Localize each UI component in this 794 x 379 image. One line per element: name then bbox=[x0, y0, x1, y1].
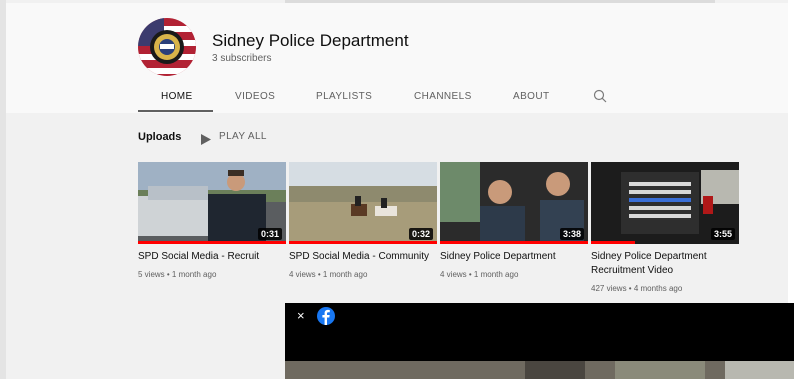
watch-progress-bar bbox=[591, 241, 636, 244]
uploads-title: Uploads bbox=[138, 131, 182, 143]
channel-avatar[interactable] bbox=[138, 18, 196, 76]
video-card[interactable]: 3:55 Sidney Police Department Recruitmen… bbox=[591, 162, 739, 293]
channel-name: Sidney Police Department bbox=[212, 31, 409, 50]
subscriber-count: 3 subscribers bbox=[212, 53, 272, 64]
video-card[interactable]: 0:32 SPD Social Media - Community 4 view… bbox=[289, 162, 437, 279]
play-icon bbox=[201, 132, 211, 145]
search-icon[interactable] bbox=[593, 89, 607, 103]
video-card[interactable]: 3:38 Sidney Police Department 4 views • … bbox=[440, 162, 588, 279]
video-thumbnail[interactable]: 3:55 bbox=[591, 162, 739, 244]
tab-playlists[interactable]: PLAYLISTS bbox=[316, 91, 372, 113]
video-duration: 3:55 bbox=[710, 228, 735, 240]
overlay-video-strip bbox=[285, 361, 794, 379]
video-title[interactable]: Sidney Police Department Recruitment Vid… bbox=[591, 250, 739, 278]
video-meta: 4 views • 1 month ago bbox=[440, 270, 519, 279]
video-duration: 0:32 bbox=[408, 228, 433, 240]
active-tab-indicator bbox=[138, 110, 213, 112]
video-meta: 5 views • 1 month ago bbox=[138, 270, 217, 279]
video-duration: 0:31 bbox=[257, 228, 282, 240]
watch-progress-bar bbox=[289, 241, 437, 244]
tab-channels[interactable]: CHANNELS bbox=[414, 91, 472, 113]
video-meta: 4 views • 1 month ago bbox=[289, 270, 368, 279]
video-meta: 427 views • 4 months ago bbox=[591, 284, 683, 293]
video-title[interactable]: SPD Social Media - Community bbox=[289, 250, 437, 264]
watch-progress-bar bbox=[440, 241, 588, 244]
video-title[interactable]: SPD Social Media - Recruit bbox=[138, 250, 286, 264]
facebook-icon[interactable] bbox=[317, 307, 335, 325]
tab-about[interactable]: ABOUT bbox=[513, 91, 549, 113]
watch-progress-bar bbox=[138, 241, 286, 244]
play-all-label: PLAY ALL bbox=[219, 131, 267, 142]
video-thumbnail[interactable]: 0:32 bbox=[289, 162, 437, 244]
video-overlay: × bbox=[285, 303, 794, 379]
video-card[interactable]: 0:31 SPD Social Media - Recruit 5 views … bbox=[138, 162, 286, 279]
video-title[interactable]: Sidney Police Department bbox=[440, 250, 588, 264]
tab-videos[interactable]: VIDEOS bbox=[235, 91, 275, 113]
close-icon[interactable]: × bbox=[297, 308, 305, 323]
video-thumbnail[interactable]: 3:38 bbox=[440, 162, 588, 244]
channel-header bbox=[6, 3, 788, 113]
video-thumbnail[interactable]: 0:31 bbox=[138, 162, 286, 244]
channel-page: Sidney Police Department 3 subscribers H… bbox=[0, 0, 794, 379]
video-duration: 3:38 bbox=[559, 228, 584, 240]
